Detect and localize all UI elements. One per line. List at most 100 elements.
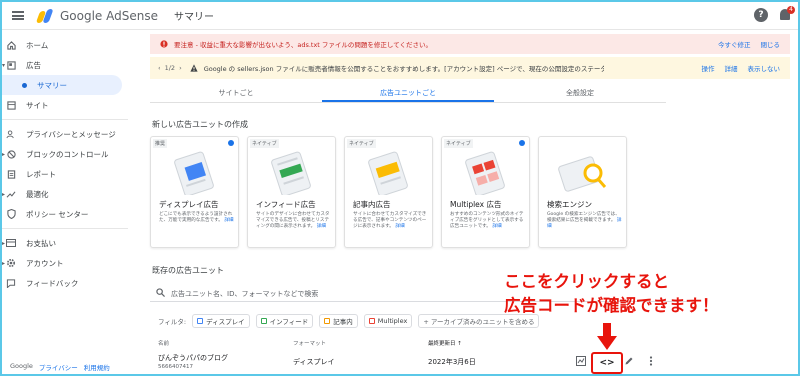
more-options-icon[interactable]: [649, 356, 653, 369]
in-article-icon: [324, 318, 331, 324]
home-icon: [6, 40, 16, 50]
search-input[interactable]: 広告ユニット名、ID、フォーマットなどで検索: [171, 289, 318, 299]
card-in-article-ad[interactable]: ネイティブ 記事内広告 サイトに合わせてカスタマイズできる広告で、記事やコンテン…: [344, 136, 433, 248]
existing-ad-units-heading: 既存の広告ユニット: [152, 266, 224, 275]
column-updated[interactable]: 最終更新日 ↑: [428, 339, 462, 347]
card-title: Multiplex 広告: [450, 200, 502, 209]
filter-in-article[interactable]: 記事内: [319, 314, 358, 328]
card-infeed-ad[interactable]: ネイティブ インフィード広告 サイトのデザインに合わせてカスタマイズできる広告で…: [247, 136, 336, 248]
sidebar-item-optimize[interactable]: ▸ 最適化: [2, 184, 128, 204]
edit-pencil-icon[interactable]: [624, 356, 634, 369]
fix-now-link[interactable]: 今すぐ修正: [718, 39, 751, 49]
site-icon: [6, 100, 16, 110]
warning-triangle-icon: [190, 64, 198, 72]
sidebar-item-summary[interactable]: サマリー: [2, 75, 122, 95]
info-icon[interactable]: [519, 140, 525, 146]
caret-right-icon: ▸: [2, 190, 6, 198]
tab-by-site[interactable]: サイトごと: [150, 83, 322, 102]
card-description: おすすめのコンテンツ形式のネイティブ広告をグリッドとして表示する広告ユニットです…: [450, 212, 524, 229]
search-icon: [156, 288, 165, 299]
table-header: 名前 フォーマット 最終更新日 ↑: [158, 339, 658, 349]
card-display-ad[interactable]: 推奨 ディスプレイ広告 どこにでも表示できるよう設計された、万能で実用的な広告で…: [150, 136, 239, 248]
get-code-button[interactable]: <>: [591, 352, 623, 374]
gear-icon: [6, 258, 16, 268]
warning-icon: [160, 40, 168, 48]
caret-down-icon: ▾: [2, 61, 6, 69]
card-description: どこにでも表示できるよう設計された、万能で実用的な広告です。 詳細: [159, 212, 234, 223]
details-link[interactable]: 詳細: [224, 218, 233, 223]
privacy-icon: [6, 129, 16, 139]
action-link[interactable]: 操作: [702, 63, 715, 73]
ad-type-cards: 推奨 ディスプレイ広告 どこにでも表示できるよう設計された、万能で実用的な広告で…: [150, 136, 627, 248]
optimize-icon: [6, 189, 16, 199]
ad-unit-name[interactable]: ぴんぞうパパのブログ: [158, 353, 228, 363]
sidebar-item-reports[interactable]: レポート: [2, 164, 128, 184]
active-dot-icon: [22, 82, 27, 88]
sidebar: ホーム ▾ 広告 サマリー サイト プライバシーとメッセージ ▸ ブロックのコン…: [2, 31, 128, 374]
divider: [2, 228, 128, 229]
sidebar-item-feedback[interactable]: フィードバック: [2, 273, 128, 293]
sidebar-item-block-controls[interactable]: ▸ ブロックのコントロール: [2, 144, 128, 164]
details-link[interactable]: 詳細: [492, 224, 501, 229]
top-bar: Google AdSense サマリー ? 4: [2, 2, 798, 30]
sidebar-item-account[interactable]: ▸ アカウント: [2, 253, 128, 273]
sidebar-item-label: お支払い: [26, 238, 56, 248]
terms-link[interactable]: 利用規約: [84, 362, 110, 372]
notification-bell-icon[interactable]: 4: [778, 6, 795, 22]
details-link[interactable]: 詳細: [395, 224, 404, 229]
sidebar-item-label: アカウント: [26, 258, 64, 268]
ads-txt-alert: 要注意 - 収益に重大な影響が出ないよう、ads.txt ファイルの問題を修正し…: [150, 34, 790, 54]
filter-infeed[interactable]: インフィード: [255, 314, 314, 328]
google-label: Google: [10, 362, 33, 370]
callout-line-2: 広告コードが確認できます！: [504, 296, 719, 315]
column-format[interactable]: フォーマット: [293, 339, 326, 347]
sidebar-item-policy-center[interactable]: ポリシー センター: [2, 204, 128, 224]
tab-by-ad-unit[interactable]: 広告ユニットごと: [322, 83, 494, 102]
block-icon: [6, 149, 16, 159]
card-description: Google の検索エンジン広告では、検索結果に広告を掲載できます。 詳細: [547, 212, 622, 229]
sidebar-item-label: フィードバック: [26, 278, 79, 288]
card-description: サイトに合わせてカスタマイズできる広告で、記事やコンテンツのページに表示されます…: [353, 212, 427, 229]
sidebar-item-sites[interactable]: サイト: [2, 95, 128, 115]
infeed-icon: [260, 318, 267, 324]
page-title: サマリー: [174, 12, 214, 23]
native-chip: ネイティブ: [444, 139, 473, 148]
info-icon[interactable]: [228, 140, 234, 146]
report-icon[interactable]: [576, 356, 586, 369]
sidebar-item-home[interactable]: ホーム: [2, 35, 128, 55]
ad-unit-updated: 2022年3月6日: [428, 358, 476, 366]
native-chip: ネイティブ: [250, 139, 279, 148]
tab-general-settings[interactable]: 全般設定: [494, 83, 666, 102]
sidebar-footer: Google プライバシー 利用規約: [10, 362, 110, 372]
multiplex-ad-illustration: [465, 151, 505, 195]
card-multiplex-ad[interactable]: ネイティブ Multiplex 広告 おすすめのコンテンツ形式のネイティブ広告を…: [441, 136, 530, 248]
pager-next-icon[interactable]: ›: [179, 64, 182, 72]
sidebar-item-label: サマリー: [37, 80, 67, 90]
filter-multiplex[interactable]: Multiplex: [363, 314, 413, 328]
sidebar-item-label: レポート: [26, 169, 56, 179]
column-name[interactable]: 名前: [158, 339, 169, 347]
sidebar-item-label: ホーム: [26, 40, 49, 50]
card-search-engine[interactable]: 検索エンジン Google の検索エンジン広告では、検索結果に広告を掲載できます…: [538, 136, 627, 248]
sidebar-item-payments[interactable]: ▸ お支払い: [2, 233, 128, 253]
ads-icon: [6, 60, 16, 70]
card-title: インフィード広告: [256, 200, 316, 209]
main-content: 要注意 - 収益に重大な影響が出ないよう、ads.txt ファイルの問題を修正し…: [130, 31, 798, 374]
filter-display[interactable]: ディスプレイ: [192, 314, 250, 328]
privacy-link[interactable]: プライバシー: [39, 362, 78, 372]
multiplex-icon: [368, 318, 375, 324]
details-link[interactable]: 詳細: [725, 63, 738, 73]
callout-line-1: ここをクリックすると: [504, 272, 669, 291]
menu-icon[interactable]: [12, 11, 24, 20]
infeed-ad-illustration: [271, 151, 311, 195]
adsense-logo: [35, 8, 54, 23]
sellers-json-alert: ‹ 1/2 › Google の sellers.json ファイルに販売者情報…: [150, 57, 790, 79]
sidebar-item-privacy[interactable]: プライバシーとメッセージ: [2, 124, 128, 144]
help-icon[interactable]: ?: [754, 8, 768, 22]
pager-prev-icon[interactable]: ‹: [158, 64, 161, 72]
details-link[interactable]: 詳細: [317, 224, 326, 229]
close-link[interactable]: 閉じる: [761, 39, 781, 49]
sidebar-item-ads[interactable]: ▾ 広告: [2, 55, 128, 75]
sidebar-item-label: 広告: [26, 60, 41, 70]
dismiss-link[interactable]: 表示しない: [748, 63, 781, 73]
